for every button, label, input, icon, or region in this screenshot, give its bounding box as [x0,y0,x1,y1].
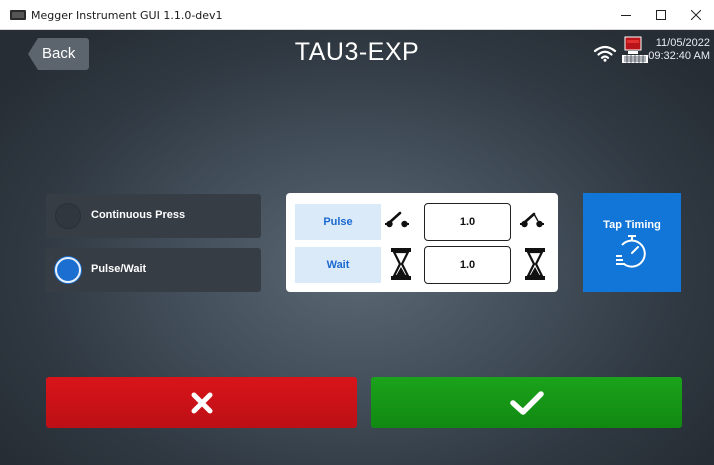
close-icon [691,10,701,20]
wait-label: Wait [295,247,381,283]
timing-panel: Pulse 1.0 Wait 1.0 [286,193,558,292]
hourglass-icon [391,248,411,280]
app-surface: Back TAU3-EXP 11/05/2022 09:32:40 AM Con… [0,30,714,465]
option-label: Pulse/Wait [91,263,147,275]
device-status-icon [622,36,648,63]
cancel-button[interactable] [46,377,357,428]
switch-closed-icon [520,212,544,228]
check-icon [509,390,544,415]
maximize-icon [656,10,666,20]
pulse-value-field[interactable]: 1.0 [424,203,511,241]
hourglass-icon [525,248,545,280]
option-continuous-press[interactable]: Continuous Press [46,194,261,238]
stopwatch-icon [616,235,646,268]
maximize-button[interactable] [643,0,679,30]
minimize-icon [621,15,631,16]
option-label: Continuous Press [91,209,186,221]
option-pulse-wait[interactable]: Pulse/Wait [46,248,261,292]
switch-open-icon [385,211,409,228]
close-window-button[interactable] [678,0,714,30]
window-titlebar: Megger Instrument GUI 1.1.0-dev1 [0,0,714,30]
pulse-label: Pulse [295,204,381,240]
window-title: Megger Instrument GUI 1.1.0-dev1 [31,9,223,22]
minimize-button[interactable] [608,0,644,30]
radio-continuous-press[interactable] [55,203,81,229]
confirm-button[interactable] [371,377,682,428]
time-text: 09:32:40 AM [648,50,710,62]
x-icon [191,392,212,413]
app-icon [10,10,26,20]
tap-timing-button[interactable]: Tap Timing [583,193,681,292]
radio-pulse-wait[interactable] [55,257,81,283]
wifi-icon [593,45,617,62]
tap-timing-label: Tap Timing [603,219,661,231]
header: Back TAU3-EXP 11/05/2022 09:32:40 AM [0,30,714,86]
date-text: 11/05/2022 [655,37,710,49]
datetime-readout: 11/05/2022 09:32:40 AM [646,37,710,63]
wait-value-field[interactable]: 1.0 [424,246,511,284]
